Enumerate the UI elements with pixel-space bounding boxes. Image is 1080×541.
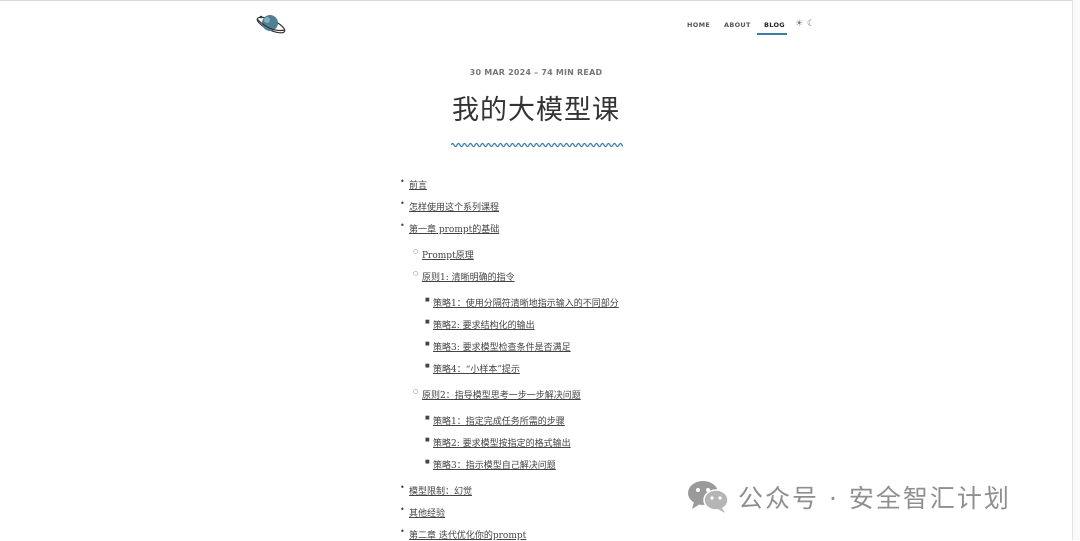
wechat-icon: [688, 481, 729, 513]
bullet-icon: ■: [425, 341, 430, 347]
toc-item: ■ 策略1：指定完成任务所需的步骤: [425, 414, 565, 427]
toc-item: • 模型限制：幻觉: [400, 483, 472, 497]
toc-item: ■ 策略1：使用分隔符清晰地指示输入的不同部分: [425, 296, 619, 309]
toc-link[interactable]: 第一章 prompt的基础: [409, 225, 499, 235]
toc-link[interactable]: 策略4：“小样本”提示: [433, 365, 520, 375]
toc-link[interactable]: 策略3：指示模型自己解决问题: [433, 461, 556, 471]
watermark-text: 公众号 · 安全智汇计划: [738, 484, 1011, 513]
toc-link[interactable]: Prompt原理: [422, 251, 474, 261]
bullet-icon: ○: [413, 270, 419, 277]
bullet-icon: •: [400, 527, 405, 536]
toc-item: • 怎样使用这个系列课程: [400, 199, 499, 213]
toc-link[interactable]: 原则2：指导模型思考一步一步解决问题: [422, 391, 581, 401]
toc-item: ○ 原则1: 清晰明确的指令: [413, 270, 515, 283]
bullet-icon: ■: [425, 297, 430, 303]
bullet-icon: ■: [425, 415, 430, 421]
toc-link[interactable]: 策略1：使用分隔符清晰地指示输入的不同部分: [433, 299, 619, 309]
toc-link[interactable]: 模型限制：幻觉: [409, 487, 472, 497]
bullet-icon: ■: [425, 437, 430, 443]
toc-link[interactable]: 策略1：指定完成任务所需的步骤: [433, 417, 565, 427]
toc-item: ■ 策略3：指示模型自己解决问题: [425, 458, 556, 471]
bullet-icon: •: [400, 221, 405, 230]
toc-item: ○ Prompt原理: [413, 248, 474, 261]
toc-item: ○ 原则2：指导模型思考一步一步解决问题: [413, 388, 581, 401]
toc-item: ■ 策略2: 要求模型按指定的格式输出: [425, 436, 571, 449]
toc-item: • 其他经验: [400, 505, 445, 519]
bullet-icon: ■: [425, 459, 430, 465]
vertical-scrollbar[interactable]: [1072, 0, 1080, 540]
bullet-icon: ■: [425, 319, 430, 325]
bullet-icon: •: [400, 177, 405, 186]
toc-item: ■ 策略3: 要求模型检查条件是否满足: [425, 340, 571, 353]
bullet-icon: •: [400, 483, 405, 492]
toc-item: ■ 策略2: 要求结构化的输出: [425, 318, 535, 331]
table-of-contents: • 前言 • 怎样使用这个系列课程 • 第一章 prompt的基础 ○ Prompt原理 ○ 原则…: [0, 0, 1072, 541]
bullet-icon: •: [400, 505, 405, 514]
toc-link[interactable]: 怎样使用这个系列课程: [409, 203, 499, 213]
toc-link[interactable]: 策略2: 要求结构化的输出: [433, 321, 535, 331]
bullet-icon: •: [400, 199, 405, 208]
toc-link[interactable]: 策略2: 要求模型按指定的格式输出: [433, 439, 571, 449]
toc-link[interactable]: 原则1: 清晰明确的指令: [422, 273, 515, 283]
toc-link[interactable]: 策略3: 要求模型检查条件是否满足: [433, 343, 571, 353]
toc-item: • 第二章 迭代优化你的prompt: [400, 527, 526, 541]
bullet-icon: ■: [425, 363, 430, 369]
toc-link[interactable]: 前言: [409, 181, 427, 191]
toc-link[interactable]: 其他经验: [409, 509, 445, 519]
bullet-icon: ○: [413, 248, 419, 255]
bullet-icon: ○: [413, 388, 419, 395]
toc-item: • 前言: [400, 177, 427, 191]
toc-item: • 第一章 prompt的基础: [400, 221, 499, 235]
toc-item: ■ 策略4：“小样本”提示: [425, 362, 520, 375]
